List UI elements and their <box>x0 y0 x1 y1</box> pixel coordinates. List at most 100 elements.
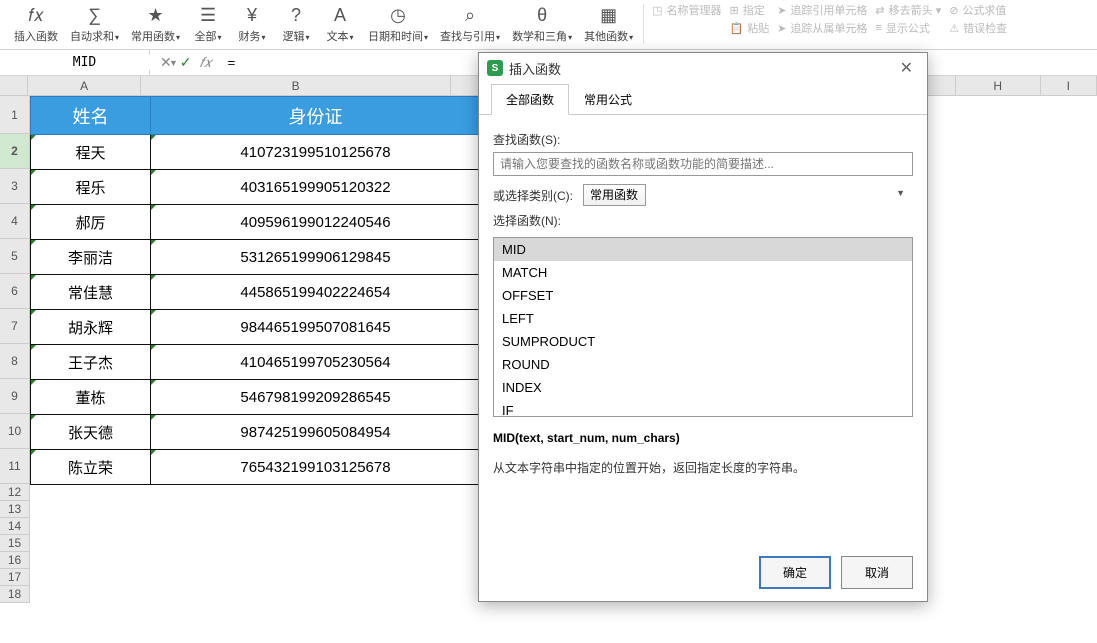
fx-icon[interactable]: 𝑓𝑥 <box>199 54 211 71</box>
row-header-14[interactable]: 14 <box>0 518 29 535</box>
table-cell[interactable]: 410723199510125678 <box>151 135 481 170</box>
row-header-5[interactable]: 5 <box>0 239 29 274</box>
ribbon-查找与引用[interactable]: ⌕ 查找与引用▾ <box>434 2 506 46</box>
function-item-LEFT[interactable]: LEFT <box>494 307 912 330</box>
row-header-1[interactable]: 1 <box>0 96 29 134</box>
row-header-4[interactable]: 4 <box>0 204 29 239</box>
function-item-SUMPRODUCT[interactable]: SUMPRODUCT <box>494 330 912 353</box>
function-list[interactable]: MIDMATCHOFFSETLEFTSUMPRODUCTROUNDINDEXIF <box>493 237 913 417</box>
function-list-label: 选择函数(N): <box>493 212 913 229</box>
name-box-input[interactable] <box>0 55 169 70</box>
function-signature: MID(text, start_num, num_chars) <box>493 431 913 445</box>
ribbon-日期和时间[interactable]: ◷日期和时间▾ <box>362 2 434 46</box>
ribbon-移去箭头[interactable]: ⇄移去箭头 ▾ <box>875 2 941 18</box>
ribbon-自动求和[interactable]: ∑自动求和▾ <box>64 2 125 46</box>
row-header-2[interactable]: 2 <box>0 134 29 169</box>
ribbon-公式求值[interactable]: ⊘公式求值 <box>949 2 1007 18</box>
row-header-3[interactable]: 3 <box>0 169 29 204</box>
table-cell[interactable]: 董栋 <box>31 380 151 415</box>
ribbon-文本[interactable]: A文本▾ <box>318 2 362 46</box>
table-cell[interactable]: 987425199605084954 <box>151 415 481 450</box>
table-cell[interactable]: 546798199209286545 <box>151 380 481 415</box>
table-cell[interactable]: 张天德 <box>31 415 151 450</box>
row-header-9[interactable]: 9 <box>0 379 29 414</box>
ribbon-label: 文本▾ <box>327 28 354 44</box>
table-cell[interactable]: 常佳慧 <box>31 275 151 310</box>
function-item-ROUND[interactable]: ROUND <box>494 353 912 376</box>
ribbon-label: 数学和三角▾ <box>512 28 572 44</box>
table-cell[interactable]: 程天 <box>31 135 151 170</box>
ribbon-财务[interactable]: ¥财务▾ <box>230 2 274 46</box>
function-item-MID[interactable]: MID <box>494 238 912 261</box>
row-header-12[interactable]: 12 <box>0 484 29 501</box>
dialog-titlebar[interactable]: S 插入函数 ✕ <box>479 53 927 83</box>
table-cell[interactable]: 陈立荣 <box>31 450 151 485</box>
ribbon-追踪引用单元格[interactable]: ➤追踪引用单元格 <box>777 2 867 18</box>
table-header[interactable]: 姓名 <box>31 97 151 135</box>
table-cell[interactable]: 李丽洁 <box>31 240 151 275</box>
cancel-formula-icon[interactable]: ✕ <box>160 54 172 71</box>
row-header-11[interactable]: 11 <box>0 449 29 484</box>
row-header-16[interactable]: 16 <box>0 552 29 569</box>
mini-label: 公式求值 <box>962 2 1006 18</box>
table-cell[interactable]: 403165199905120322 <box>151 170 481 205</box>
ribbon-全部[interactable]: ☰全部▾ <box>186 2 230 46</box>
table-cell[interactable]: 胡永辉 <box>31 310 151 345</box>
function-item-MATCH[interactable]: MATCH <box>494 261 912 284</box>
row-header-6[interactable]: 6 <box>0 274 29 309</box>
cells-area[interactable]: 姓名身份证程天410723199510125678程乐4031651999051… <box>30 96 481 485</box>
data-table: 姓名身份证程天410723199510125678程乐4031651999051… <box>30 96 481 485</box>
accept-formula-icon[interactable]: ✓ <box>180 54 192 71</box>
ribbon-错误检查[interactable]: ⚠错误检查 <box>949 20 1007 36</box>
table-cell[interactable]: 王子杰 <box>31 345 151 380</box>
table-cell[interactable]: 531265199906129845 <box>151 240 481 275</box>
row-header-7[interactable]: 7 <box>0 309 29 344</box>
table-cell[interactable]: 程乐 <box>31 170 151 205</box>
row-header-13[interactable]: 13 <box>0 501 29 518</box>
col-header-B[interactable]: B <box>141 76 451 95</box>
cancel-button[interactable]: 取消 <box>841 556 913 589</box>
row-header-18[interactable]: 18 <box>0 586 29 603</box>
category-label: 或选择类别(C): <box>493 187 573 204</box>
table-cell[interactable]: 765432199103125678 <box>151 450 481 485</box>
mini-label: 移去箭头 ▾ <box>889 2 942 18</box>
row-header-8[interactable]: 8 <box>0 344 29 379</box>
ribbon-插入函数[interactable]: 𝑓𝑥插入函数 <box>8 2 64 46</box>
table-cell[interactable]: 410465199705230564 <box>151 345 481 380</box>
row-header-10[interactable]: 10 <box>0 414 29 449</box>
ribbon-常用函数[interactable]: ★常用函数▾ <box>125 2 186 46</box>
ok-button[interactable]: 确定 <box>759 556 831 589</box>
ribbon-指定[interactable]: ⊞指定 <box>730 2 770 18</box>
ribbon-label: 自动求和▾ <box>70 28 119 44</box>
table-cell[interactable]: 郝厉 <box>31 205 151 240</box>
row-header-15[interactable]: 15 <box>0 535 29 552</box>
ribbon-粘贴[interactable]: 📋粘贴 <box>730 20 770 36</box>
col-header-A[interactable]: A <box>28 76 141 95</box>
ribbon-label: 查找与引用▾ <box>440 28 500 44</box>
function-item-INDEX[interactable]: INDEX <box>494 376 912 399</box>
close-icon[interactable]: ✕ <box>894 56 919 80</box>
table-header[interactable]: 身份证 <box>151 97 481 135</box>
search-function-input[interactable] <box>493 152 913 176</box>
ribbon-icon: ⌕ <box>465 4 475 26</box>
category-select[interactable]: 常用函数 <box>583 184 646 206</box>
dialog-footer: 确定 取消 <box>479 544 927 601</box>
function-item-OFFSET[interactable]: OFFSET <box>494 284 912 307</box>
table-cell[interactable]: 409596199012240546 <box>151 205 481 240</box>
col-header-I[interactable]: I <box>1041 76 1097 95</box>
ribbon-名称管理器[interactable]: ◳名称管理器 <box>652 2 721 18</box>
ribbon-其他函数[interactable]: ▦其他函数▾ <box>578 2 639 46</box>
ribbon-显示公式[interactable]: ≡显示公式 <box>875 20 941 36</box>
select-all-corner[interactable] <box>0 76 28 95</box>
col-header-H[interactable]: H <box>956 76 1041 95</box>
table-cell[interactable]: 445865199402224654 <box>151 275 481 310</box>
ribbon-追踪从属单元格[interactable]: ➤追踪从属单元格 <box>777 20 867 36</box>
ribbon-数学和三角[interactable]: θ 数学和三角▾ <box>506 2 578 46</box>
table-cell[interactable]: 984465199507081645 <box>151 310 481 345</box>
ribbon-icon: θ <box>537 4 547 26</box>
row-header-17[interactable]: 17 <box>0 569 29 586</box>
function-item-IF[interactable]: IF <box>494 399 912 417</box>
dialog-tab-1[interactable]: 常用公式 <box>569 84 647 115</box>
ribbon-逻辑[interactable]: ?逻辑▾ <box>274 2 318 46</box>
dialog-tab-0[interactable]: 全部函数 <box>491 84 569 115</box>
